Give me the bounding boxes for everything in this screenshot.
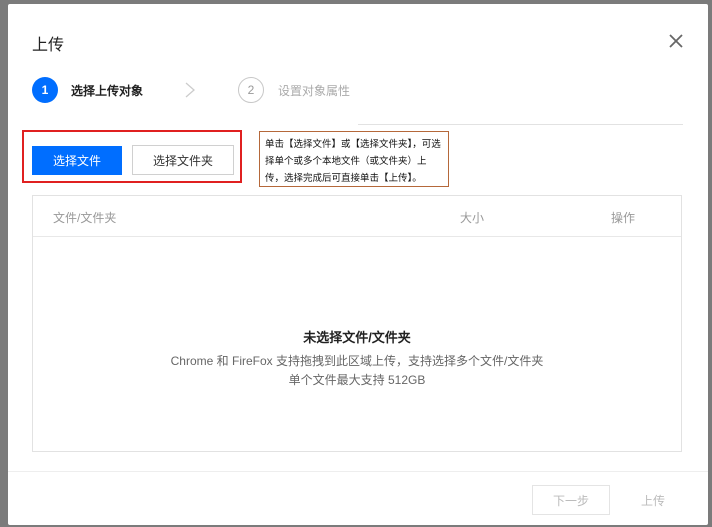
step-number: 2: [238, 77, 264, 103]
dialog-title: 上传: [32, 37, 65, 54]
step-label: 设置对象属性: [278, 83, 351, 98]
next-step-button[interactable]: 下一步: [532, 485, 610, 515]
step-select-object: 1 选择上传对象: [32, 76, 143, 104]
empty-state-title: 未选择文件/文件夹: [303, 330, 411, 345]
step-label: 选择上传对象: [71, 83, 144, 98]
step-divider: [358, 124, 683, 125]
footer-divider: [8, 471, 708, 472]
empty-state-line: 单个文件最大支持 512GB: [288, 373, 426, 387]
select-folder-button[interactable]: 选择文件夹: [132, 145, 234, 175]
empty-state-description: Chrome 和 FireFox 支持拖拽到此区域上传，支持选择多个文件/文件夹…: [33, 352, 681, 390]
chevron-right-icon: [184, 82, 196, 103]
annotation-note: 单击【选择文件】或【选择文件夹】，可选择单个或多个本地文件（或文件夹）上传，选择…: [259, 131, 449, 187]
table-header: 文件/文件夹 大小 操作: [33, 196, 681, 237]
close-icon[interactable]: [665, 30, 687, 52]
step-number: 1: [32, 77, 58, 103]
column-header-name: 文件/文件夹: [53, 211, 117, 225]
file-drop-area[interactable]: 文件/文件夹 大小 操作 未选择文件/文件夹 Chrome 和 FireFox …: [32, 195, 682, 452]
column-header-actions: 操作: [611, 211, 636, 225]
step-object-properties: 2 设置对象属性: [238, 76, 350, 104]
column-header-size: 大小: [460, 211, 485, 225]
empty-state-line: Chrome 和 FireFox 支持拖拽到此区域上传，支持选择多个文件/文件夹: [170, 354, 544, 368]
select-file-button[interactable]: 选择文件: [32, 146, 122, 175]
upload-dialog: 上传 1 选择上传对象 2 设置对象属性 选择文件 选择文件夹 单击【选择文件】…: [8, 4, 708, 525]
upload-button[interactable]: 上传: [613, 485, 693, 515]
